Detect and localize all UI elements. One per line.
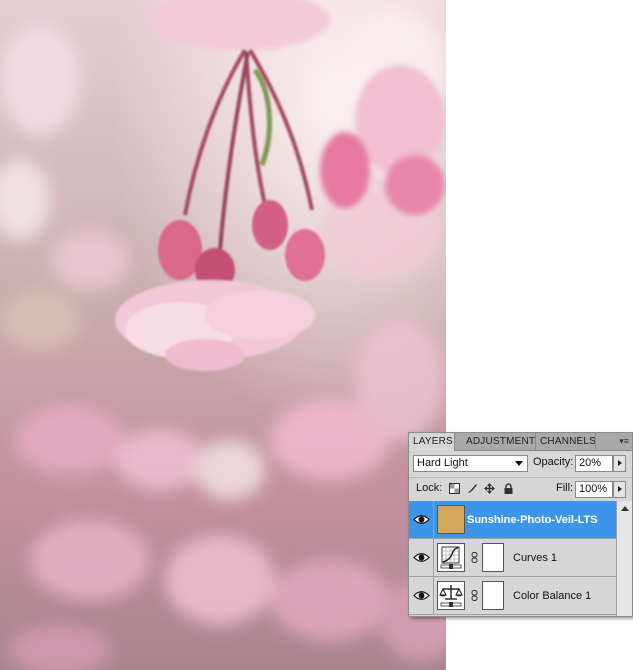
layer-color-balance-1[interactable]: Color Balance 1	[409, 577, 616, 615]
lock-position-move-icon[interactable]	[484, 483, 495, 494]
photo-canvas	[0, 0, 446, 670]
layer-name: Sunshine-Photo-Veil-LTS	[467, 514, 598, 526]
layer-name: Curves 1	[513, 552, 558, 564]
fill-slider-button[interactable]	[613, 481, 626, 498]
blend-row: Hard Light Opacity: 20%	[409, 452, 632, 474]
layer-sunshine-photo-veil[interactable]: Sunshine-Photo-Veil-LTS	[409, 501, 616, 539]
fill-input[interactable]: 100%	[575, 481, 613, 498]
panel-menu-icon[interactable]: ▾≡	[619, 436, 629, 447]
curves-adjustment-icon	[437, 543, 465, 572]
visibility-separator	[433, 501, 434, 538]
blend-mode-value: Hard Light	[417, 457, 468, 469]
opacity-slider-button[interactable]	[613, 455, 626, 472]
visibility-separator	[433, 577, 434, 614]
lock-label: Lock:	[416, 482, 443, 494]
link-chain-icon[interactable]	[471, 590, 478, 601]
opacity-label: Opacity:	[533, 456, 574, 468]
layer-mask-thumbnail	[482, 543, 504, 572]
eye-icon[interactable]	[411, 507, 432, 532]
eye-icon[interactable]	[411, 545, 432, 570]
eye-icon[interactable]	[411, 583, 432, 608]
link-chain-icon[interactable]	[471, 552, 478, 563]
panel-tab-bar: LAYERS ADJUSTMENTS CHANNELS ▾≡	[409, 433, 632, 451]
lock-all-icon[interactable]	[503, 483, 514, 494]
blend-mode-select[interactable]: Hard Light	[413, 455, 528, 472]
layer-list: Sunshine-Photo-Veil-LTS Curves 1 Color B…	[409, 501, 616, 616]
tab-adjustments[interactable]: ADJUSTMENTS	[462, 433, 536, 450]
lock-image-pixels-brush-icon[interactable]	[467, 483, 478, 494]
layer-mask-thumbnail	[482, 581, 504, 610]
fill-label: Fill:	[556, 482, 574, 494]
chevron-down-icon	[515, 461, 523, 466]
opacity-input[interactable]: 20%	[575, 455, 613, 472]
tab-channels[interactable]: CHANNELS	[536, 433, 596, 450]
layer-name: Color Balance 1	[513, 590, 592, 602]
layer-list-scrollbar[interactable]	[616, 501, 632, 616]
layer-thumbnail-fill	[437, 505, 465, 534]
scroll-up-arrow-icon[interactable]	[621, 506, 629, 511]
layers-panel: LAYERS ADJUSTMENTS CHANNELS ▾≡ Hard Ligh…	[408, 432, 633, 617]
lock-transparent-pixels-icon[interactable]	[449, 483, 460, 494]
tab-layers[interactable]: LAYERS	[409, 433, 455, 451]
lock-row: Lock: Fill: 100%	[409, 477, 632, 500]
color-balance-adjustment-icon	[437, 581, 465, 610]
visibility-separator	[433, 539, 434, 576]
layer-curves-1[interactable]: Curves 1	[409, 539, 616, 577]
